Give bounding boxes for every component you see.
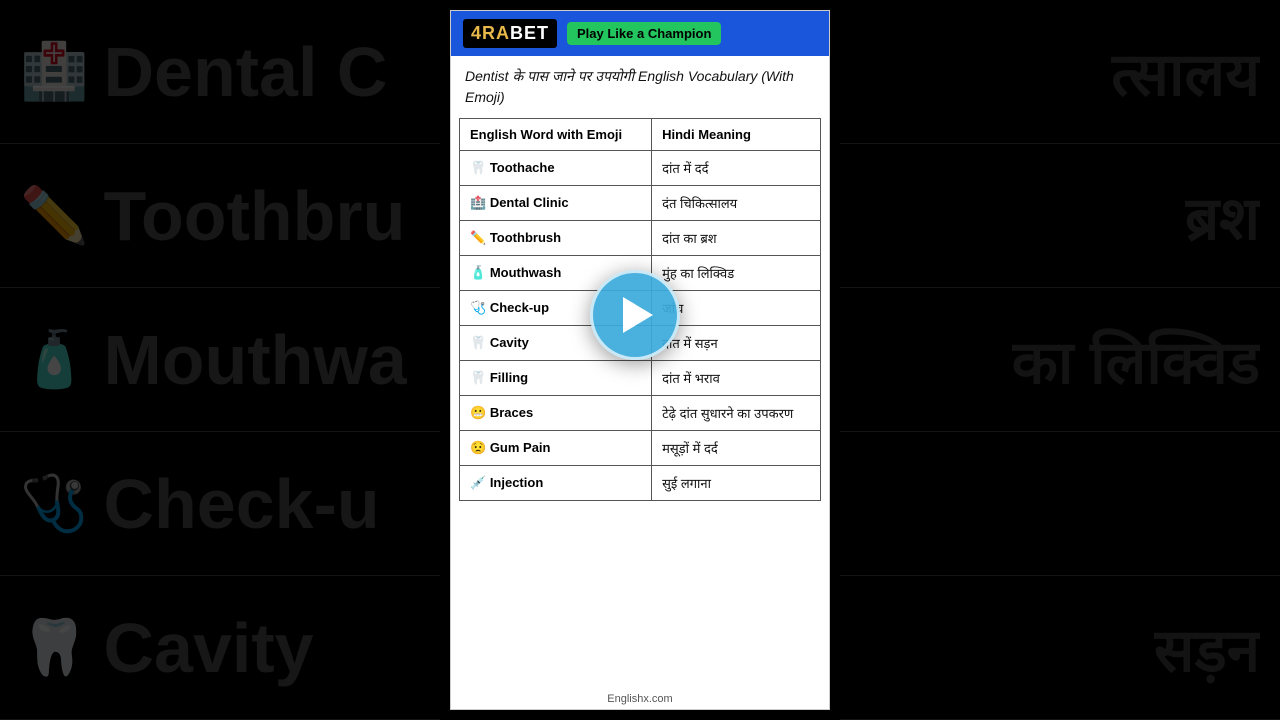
table-row: 🦷 Fillingदांत में भराव bbox=[460, 361, 821, 396]
table-cell-english: 💉 Injection bbox=[460, 466, 652, 501]
ad-tagline[interactable]: Play Like a Champion bbox=[567, 22, 721, 45]
table-wrapper: English Word with Emoji Hindi Meaning 🦷 … bbox=[451, 118, 829, 689]
table-cell-hindi: टेढ़े दांत सुधारने का उपकरण bbox=[652, 396, 821, 431]
row-word: Dental Clinic bbox=[490, 195, 569, 210]
row-word: Mouthwash bbox=[490, 265, 562, 280]
table-cell-english: 🦷 Toothache bbox=[460, 151, 652, 186]
row-word: Injection bbox=[490, 475, 543, 490]
ad-banner[interactable]: 4RABET Play Like a Champion bbox=[451, 11, 829, 56]
play-circle[interactable] bbox=[590, 270, 680, 360]
left-overlay bbox=[0, 0, 440, 720]
row-emoji: 🦷 bbox=[470, 160, 486, 175]
table-row: 🦷 Toothacheदांत में दर्द bbox=[460, 151, 821, 186]
row-emoji: 🧴 bbox=[470, 265, 486, 280]
card-footer: Englishx.com bbox=[451, 689, 829, 709]
row-emoji: 🦷 bbox=[470, 335, 486, 350]
table-cell-english: 🦷 Filling bbox=[460, 361, 652, 396]
table-cell-hindi: दंत चिकित्सालय bbox=[652, 186, 821, 221]
row-emoji: 🦷 bbox=[470, 370, 486, 385]
table-cell-english: 😟 Gum Pain bbox=[460, 431, 652, 466]
row-word: Filling bbox=[490, 370, 528, 385]
table-cell-hindi: मसूड़ों में दर्द bbox=[652, 431, 821, 466]
row-emoji: 🩺 bbox=[470, 300, 486, 315]
ad-logo: 4RABET bbox=[463, 19, 557, 48]
table-row: 😬 Bracesटेढ़े दांत सुधारने का उपकरण bbox=[460, 396, 821, 431]
table-cell-hindi: दांत का ब्रश bbox=[652, 221, 821, 256]
row-word: Cavity bbox=[490, 335, 529, 350]
table-row: 🏥 Dental Clinicदंत चिकित्सालय bbox=[460, 186, 821, 221]
play-triangle-icon bbox=[623, 297, 653, 333]
row-word: Check-up bbox=[490, 300, 549, 315]
row-emoji: 😬 bbox=[470, 405, 486, 420]
table-cell-english: 🏥 Dental Clinic bbox=[460, 186, 652, 221]
row-emoji: 💉 bbox=[470, 475, 486, 490]
table-cell-hindi: दांत में दर्द bbox=[652, 151, 821, 186]
table-row: 💉 Injectionसुई लगाना bbox=[460, 466, 821, 501]
table-row: 😟 Gum Painमसूड़ों में दर्द bbox=[460, 431, 821, 466]
col-header-hindi: Hindi Meaning bbox=[652, 119, 821, 151]
ad-logo-text: 4RA bbox=[471, 23, 510, 43]
row-word: Braces bbox=[490, 405, 533, 420]
table-cell-english: 😬 Braces bbox=[460, 396, 652, 431]
row-word: Gum Pain bbox=[490, 440, 551, 455]
table-row: ✏️ Toothbrushदांत का ब्रश bbox=[460, 221, 821, 256]
row-emoji: 😟 bbox=[470, 440, 486, 455]
ad-logo-bet: BET bbox=[510, 23, 549, 43]
table-cell-english: ✏️ Toothbrush bbox=[460, 221, 652, 256]
row-word: Toothache bbox=[490, 160, 555, 175]
row-word: Toothbrush bbox=[490, 230, 561, 245]
card-title: Dentist के पास जाने पर उपयोगी English Vo… bbox=[451, 56, 829, 118]
right-overlay bbox=[840, 0, 1280, 720]
center-card: 4RABET Play Like a Champion Dentist के प… bbox=[450, 10, 830, 710]
table-cell-hindi: दांत में भराव bbox=[652, 361, 821, 396]
play-button[interactable] bbox=[590, 270, 680, 360]
row-emoji: 🏥 bbox=[470, 195, 486, 210]
col-header-english: English Word with Emoji bbox=[460, 119, 652, 151]
row-emoji: ✏️ bbox=[470, 230, 486, 245]
table-cell-hindi: सुई लगाना bbox=[652, 466, 821, 501]
